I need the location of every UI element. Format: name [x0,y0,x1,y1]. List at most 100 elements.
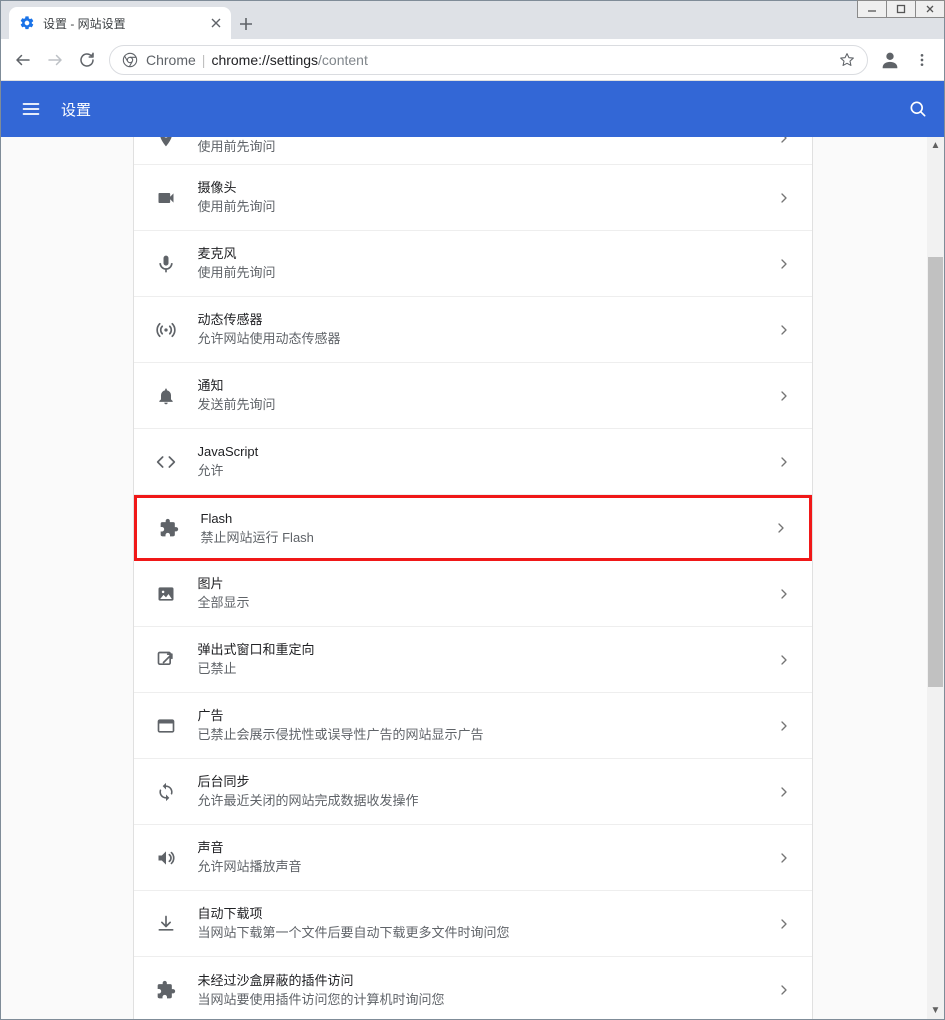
row-subtitle: 使用前先询问 [198,138,276,156]
row-subtitle: 允许网站使用动态传感器 [198,330,341,348]
scroll-up-arrow-icon[interactable]: ▲ [927,137,944,154]
row-subtitle: 当网站下载第一个文件后要自动下载更多文件时询问您 [198,924,510,942]
window-maximize-button[interactable] [886,0,916,18]
row-subtitle: 允许 [198,462,259,480]
settings-row[interactable]: 图片全部显示 [134,561,812,627]
settings-row[interactable]: 摄像头使用前先询问 [134,165,812,231]
chevron-right-icon [776,850,792,866]
chevron-right-icon [776,652,792,668]
row-title: JavaScript [198,443,259,461]
chevron-right-icon [776,256,792,272]
url-separator: | [202,52,206,68]
back-button[interactable] [7,44,39,76]
row-title: 广告 [198,707,484,725]
row-title: 摄像头 [198,179,276,197]
bookmark-star-icon[interactable] [839,52,855,68]
location-icon [154,137,178,150]
row-subtitle: 当网站要使用插件访问您的计算机时询问您 [198,991,445,1009]
row-subtitle: 允许最近关闭的网站完成数据收发操作 [198,792,419,810]
scroll-down-arrow-icon[interactable]: ▼ [927,1002,944,1019]
chevron-right-icon [776,982,792,998]
row-title: 自动下载项 [198,905,510,923]
browser-tab[interactable]: 设置 - 网站设置 [9,7,231,39]
bell-icon [154,384,178,408]
row-subtitle: 使用前先询问 [198,198,276,216]
url-main: chrome://settings [211,52,318,68]
content-viewport: 位置信息使用前先询问摄像头使用前先询问麦克风使用前先询问动态传感器允许网站使用动… [1,137,944,1019]
sound-icon [154,846,178,870]
row-title: 后台同步 [198,773,419,791]
settings-row[interactable]: 声音允许网站播放声音 [134,825,812,891]
chevron-right-icon [776,916,792,932]
row-subtitle: 发送前先询问 [198,396,276,414]
mic-icon [154,252,178,276]
sensors-icon [154,318,178,342]
chevron-right-icon [776,137,792,146]
search-icon[interactable] [908,99,928,119]
tab-strip: 设置 - 网站设置 [1,1,944,39]
gear-icon [19,15,35,31]
settings-row[interactable]: 弹出式窗口和重定向已禁止 [134,627,812,693]
menu-icon[interactable] [17,99,45,119]
code-icon [154,450,178,474]
settings-row[interactable]: 自动下载项当网站下载第一个文件后要自动下载更多文件时询问您 [134,891,812,957]
new-tab-button[interactable] [231,9,261,39]
url-origin-label: Chrome [146,52,196,68]
settings-row[interactable]: 广告已禁止会展示侵扰性或误导性广告的网站显示广告 [134,693,812,759]
popup-icon [154,648,178,672]
sync-icon [154,780,178,804]
settings-row[interactable]: 通知发送前先询问 [134,363,812,429]
row-title: 麦克风 [198,245,276,263]
chevron-right-icon [776,586,792,602]
camera-icon [154,186,178,210]
row-title: 未经过沙盒屏蔽的插件访问 [198,972,445,990]
settings-row[interactable]: 后台同步允许最近关闭的网站完成数据收发操作 [134,759,812,825]
forward-button[interactable] [39,44,71,76]
settings-row[interactable]: 未经过沙盒屏蔽的插件访问当网站要使用插件访问您的计算机时询问您 [134,957,812,1019]
window-minimize-button[interactable] [857,0,887,18]
row-subtitle: 使用前先询问 [198,264,276,282]
ads-icon [154,714,178,738]
chevron-right-icon [776,322,792,338]
window-caption-buttons [857,0,945,18]
row-title: 声音 [198,839,302,857]
chevron-right-icon [776,190,792,206]
url-tail: /content [318,52,368,68]
row-subtitle: 禁止网站运行 Flash [201,529,314,547]
settings-card: 位置信息使用前先询问摄像头使用前先询问麦克风使用前先询问动态传感器允许网站使用动… [133,137,813,1019]
chevron-right-icon [776,388,792,404]
row-subtitle: 已禁止会展示侵扰性或误导性广告的网站显示广告 [198,726,484,744]
scrollbar-track[interactable]: ▲ ▼ [927,137,944,1019]
scrollbar-thumb[interactable] [928,257,943,687]
row-title: Flash [201,510,314,528]
row-subtitle: 允许网站播放声音 [198,858,302,876]
settings-row[interactable]: 位置信息使用前先询问 [134,137,812,165]
row-title: 动态传感器 [198,311,341,329]
extension-icon [157,516,181,540]
chevron-right-icon [776,784,792,800]
row-title: 通知 [198,377,276,395]
browser-menu-button[interactable] [906,44,938,76]
window-close-button[interactable] [915,0,945,18]
row-title: 图片 [198,575,250,593]
tab-title: 设置 - 网站设置 [43,15,126,32]
tab-close-icon[interactable] [211,18,221,28]
page-title: 设置 [61,99,91,120]
address-bar[interactable]: Chrome | chrome://settings/content [109,45,868,75]
chevron-right-icon [776,454,792,470]
row-subtitle: 已禁止 [198,660,315,678]
download-icon [154,912,178,936]
row-subtitle: 全部显示 [198,594,250,612]
browser-toolbar: Chrome | chrome://settings/content [1,39,944,81]
image-icon [154,582,178,606]
settings-row[interactable]: Flash禁止网站运行 Flash [134,495,812,561]
chevron-right-icon [776,718,792,734]
settings-row[interactable]: 动态传感器允许网站使用动态传感器 [134,297,812,363]
reload-button[interactable] [71,44,103,76]
row-title: 弹出式窗口和重定向 [198,641,315,659]
profile-avatar-icon[interactable] [874,44,906,76]
settings-row[interactable]: 麦克风使用前先询问 [134,231,812,297]
chevron-right-icon [773,520,789,536]
extension-icon [154,978,178,1002]
settings-row[interactable]: JavaScript允许 [134,429,812,495]
